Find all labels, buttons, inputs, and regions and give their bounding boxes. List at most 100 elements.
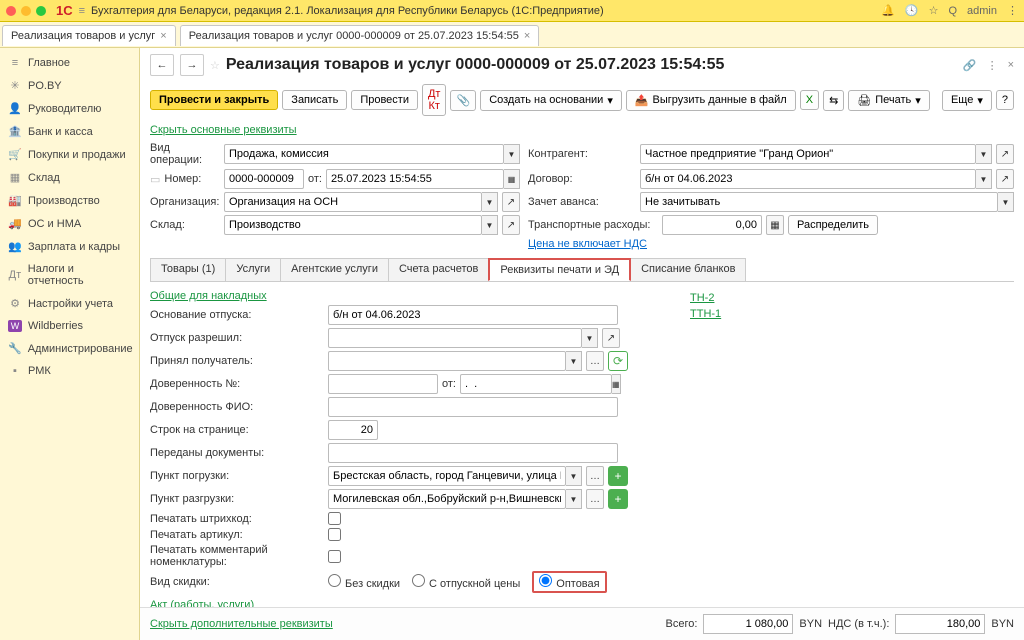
tab-doc[interactable]: Реализация товаров и услуг 0000-000009 о… xyxy=(180,25,540,46)
number-input[interactable] xyxy=(224,169,304,189)
chevron-down-icon[interactable]: ▼ xyxy=(566,489,582,509)
help-button[interactable]: ? xyxy=(996,90,1014,110)
counterparty-input[interactable] xyxy=(640,144,976,164)
export-button[interactable]: 📤 Выгрузить данные в файл xyxy=(626,90,796,111)
tab-list[interactable]: Реализация товаров и услуг× xyxy=(2,25,176,46)
dt-kt-button[interactable]: ДтКт xyxy=(422,84,447,116)
close-icon[interactable]: × xyxy=(160,30,166,42)
tab-goods[interactable]: Товары (1) xyxy=(150,258,226,281)
bell-icon[interactable]: 🔔 xyxy=(881,4,895,17)
sidebar-item[interactable]: ✳PO.BY xyxy=(0,74,139,97)
sidebar-item[interactable]: 🏭Производство xyxy=(0,189,139,212)
comment-checkbox[interactable] xyxy=(328,550,341,563)
close-window[interactable] xyxy=(6,6,16,16)
sidebar-item[interactable]: ▦Склад xyxy=(0,166,139,189)
more-button[interactable]: … xyxy=(586,466,604,486)
open-button[interactable]: ↗ xyxy=(602,328,620,348)
more-icon[interactable]: ⋮ xyxy=(987,59,998,72)
radio-opt[interactable]: Оптовая xyxy=(539,574,599,590)
sidebar-item[interactable]: ≡Главное xyxy=(0,52,139,74)
open-button[interactable]: ↗ xyxy=(502,215,520,235)
open-button[interactable]: ↗ xyxy=(996,169,1014,189)
excel-button[interactable]: X xyxy=(800,90,819,110)
tab-agent[interactable]: Агентские услуги xyxy=(280,258,389,281)
sidebar-item[interactable]: 🔧Администрирование xyxy=(0,337,139,360)
barcode-checkbox[interactable] xyxy=(328,512,341,525)
pow-date-input[interactable] xyxy=(460,374,612,394)
advance-input[interactable] xyxy=(640,192,998,212)
basis-input[interactable] xyxy=(328,305,618,325)
open-button[interactable]: ↗ xyxy=(502,192,520,212)
chevron-down-icon[interactable]: ▼ xyxy=(566,466,582,486)
calc-button[interactable]: ▦ xyxy=(766,215,784,235)
date-input[interactable] xyxy=(326,169,504,189)
create-based-button[interactable]: Создать на основании ▾ xyxy=(480,90,622,111)
sidebar-item[interactable]: ⚙Настройки учета xyxy=(0,292,139,315)
search-icon[interactable]: Q xyxy=(948,5,957,17)
close-icon[interactable]: × xyxy=(1008,59,1014,72)
tab-print-req[interactable]: Реквизиты печати и ЭД xyxy=(488,258,631,281)
more-button[interactable]: … xyxy=(586,489,604,509)
distribute-button[interactable]: Распределить xyxy=(788,215,878,235)
op-type-select[interactable] xyxy=(224,144,504,164)
chevron-down-icon[interactable]: ▼ xyxy=(482,192,498,212)
calendar-icon[interactable]: ▦ xyxy=(504,169,520,189)
chevron-down-icon[interactable]: ▼ xyxy=(976,144,992,164)
write-button[interactable]: Записать xyxy=(282,90,347,110)
max-window[interactable] xyxy=(36,6,46,16)
refresh-button[interactable]: ⟳ xyxy=(608,351,628,371)
post-button[interactable]: Провести xyxy=(351,90,418,110)
star-icon[interactable]: ☆ xyxy=(929,4,939,17)
more-button[interactable]: Еще ▾ xyxy=(942,90,992,111)
chevron-down-icon[interactable]: ▼ xyxy=(582,328,598,348)
menu-icon[interactable]: ⋮ xyxy=(1007,4,1018,17)
pow-fio-input[interactable] xyxy=(328,397,618,417)
chevron-down-icon[interactable]: ▼ xyxy=(482,215,498,235)
contract-input[interactable] xyxy=(640,169,976,189)
calendar-icon[interactable]: ▦ xyxy=(612,374,621,394)
ttn1-link[interactable]: ТТН-1 xyxy=(690,308,721,320)
docs-input[interactable] xyxy=(328,443,618,463)
sidebar-item[interactable]: ДтНалоги и отчетность xyxy=(0,258,139,292)
add-button[interactable]: + xyxy=(608,489,628,509)
min-window[interactable] xyxy=(21,6,31,16)
hide-extra-link[interactable]: Скрыть дополнительные реквизиты xyxy=(150,618,333,630)
post-and-close-button[interactable]: Провести и закрыть xyxy=(150,90,278,110)
sidebar-item[interactable]: 🛒Покупки и продажи xyxy=(0,143,139,166)
link-icon[interactable]: 🔗 xyxy=(963,59,977,72)
attach-button[interactable]: 📎 xyxy=(450,90,476,111)
chevron-down-icon[interactable]: ▼ xyxy=(504,144,520,164)
warehouse-input[interactable] xyxy=(224,215,482,235)
transport-input[interactable] xyxy=(662,215,762,235)
add-button[interactable]: + xyxy=(608,466,628,486)
received-input[interactable] xyxy=(328,351,566,371)
sidebar-item[interactable]: 👤Руководителю xyxy=(0,97,139,120)
extra-button[interactable]: ⇆ xyxy=(823,90,844,111)
tn2-link[interactable]: ТН-2 xyxy=(690,292,714,304)
print-button[interactable]: 🖨 Печать ▾ xyxy=(848,90,930,111)
back-button[interactable]: ← xyxy=(150,54,174,76)
pow-num-input[interactable] xyxy=(328,374,438,394)
chevron-down-icon[interactable]: ▼ xyxy=(566,351,582,371)
open-button[interactable]: ↗ xyxy=(996,144,1014,164)
tab-accounts[interactable]: Счета расчетов xyxy=(388,258,489,281)
more-button[interactable]: … xyxy=(586,351,604,371)
chevron-down-icon[interactable]: ▼ xyxy=(998,192,1014,212)
release-input[interactable] xyxy=(328,328,582,348)
hide-main-link[interactable]: Скрыть основные реквизиты xyxy=(150,124,297,136)
sidebar-item[interactable]: ▪РМК xyxy=(0,360,139,382)
star-icon[interactable]: ☆ xyxy=(210,59,220,72)
act-link[interactable]: Акт (работы, услуги) xyxy=(150,599,254,607)
unload-pt-input[interactable] xyxy=(328,489,566,509)
close-icon[interactable]: × xyxy=(524,30,530,42)
common-link[interactable]: Общие для накладных xyxy=(150,290,267,302)
radio-none[interactable]: Без скидки xyxy=(328,574,400,590)
article-checkbox[interactable] xyxy=(328,528,341,541)
tab-services[interactable]: Услуги xyxy=(225,258,281,281)
sidebar-item[interactable]: 👥Зарплата и кадры xyxy=(0,235,139,258)
forward-button[interactable]: → xyxy=(180,54,204,76)
org-input[interactable] xyxy=(224,192,482,212)
sidebar-item[interactable]: 🏦Банк и касса xyxy=(0,120,139,143)
chevron-down-icon[interactable]: ▼ xyxy=(976,169,992,189)
sidebar-item[interactable]: WWildberries xyxy=(0,315,139,337)
